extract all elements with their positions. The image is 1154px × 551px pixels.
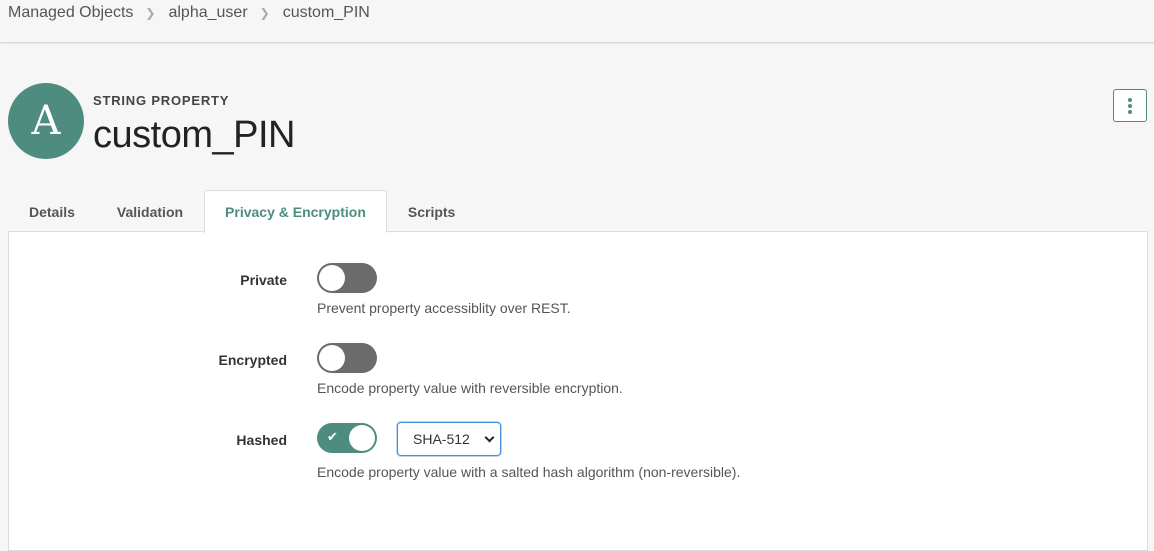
page-header: A STRING PROPERTY custom_PIN — [8, 83, 295, 159]
tab-privacy-encryption[interactable]: Privacy & Encryption — [204, 190, 387, 233]
tab-scripts[interactable]: Scripts — [387, 190, 476, 232]
more-options-button[interactable] — [1113, 89, 1147, 122]
top-bar: Managed Objects ❯ alpha_user ❯ custom_PI… — [0, 0, 1154, 43]
chevron-right-icon: ❯ — [259, 6, 270, 20]
toggle-knob — [319, 265, 345, 291]
private-help-text: Prevent property accessiblity over REST. — [317, 300, 571, 316]
encrypted-help-text: Encode property value with reversible en… — [317, 380, 623, 396]
kebab-dot — [1128, 109, 1132, 114]
hashed-label: Hashed — [236, 432, 287, 448]
chevron-down-icon — [484, 432, 495, 443]
avatar: A — [8, 83, 84, 159]
private-toggle[interactable] — [317, 263, 377, 293]
encrypted-toggle[interactable] — [317, 343, 377, 373]
page-title: custom_PIN — [93, 114, 295, 156]
toggle-knob — [319, 345, 345, 371]
checkmark-icon: ✔ — [327, 429, 338, 444]
tab-validation[interactable]: Validation — [96, 190, 204, 232]
breadcrumb: Managed Objects ❯ alpha_user ❯ custom_PI… — [8, 4, 370, 22]
encrypted-label: Encrypted — [218, 352, 287, 368]
tab-bar: Details Validation Privacy & Encryption … — [8, 190, 476, 233]
tab-details[interactable]: Details — [8, 190, 96, 232]
property-type-label: STRING PROPERTY — [93, 93, 230, 108]
breadcrumb-alpha-user[interactable]: alpha_user — [168, 4, 247, 22]
kebab-menu-icon — [1128, 97, 1132, 102]
toggle-knob — [349, 425, 375, 451]
title-block: STRING PROPERTY custom_PIN — [93, 93, 295, 157]
privacy-encryption-panel: Private Prevent property accessiblity ov… — [8, 231, 1148, 551]
breadcrumb-managed-objects[interactable]: Managed Objects — [8, 4, 133, 22]
hashed-toggle[interactable]: ✔ — [317, 423, 377, 453]
hashed-help-text: Encode property value with a salted hash… — [317, 464, 741, 480]
private-label: Private — [240, 272, 287, 288]
hash-algorithm-select[interactable]: SHA-512 — [397, 422, 501, 456]
hash-algorithm-value: SHA-512 — [413, 431, 470, 447]
breadcrumb-current: custom_PIN — [282, 4, 370, 21]
chevron-right-icon: ❯ — [145, 6, 156, 20]
kebab-dot — [1128, 103, 1132, 108]
